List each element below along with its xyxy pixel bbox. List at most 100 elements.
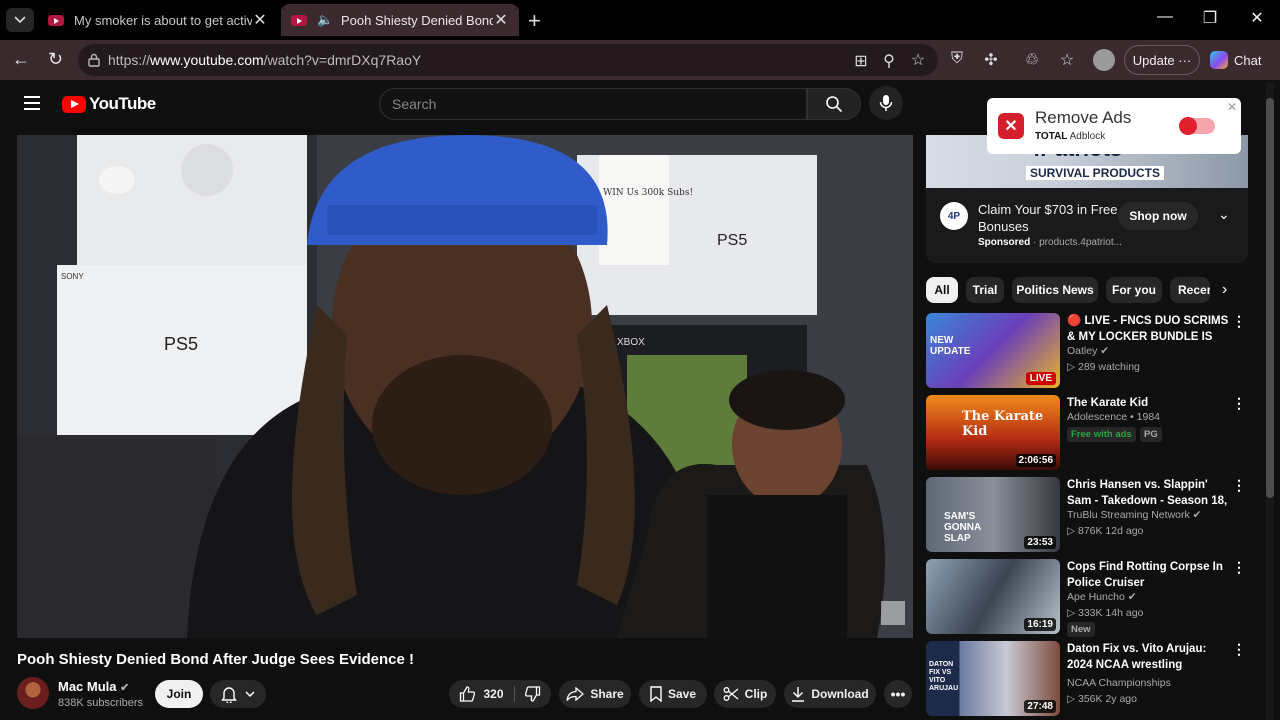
share-button[interactable]: Share [559,680,631,708]
tab-active[interactable]: 🔈 Pooh Shiesty Denied Bond Af... ✕ [281,4,519,36]
video-player[interactable]: PS5 PS5 XBOX SONY WIN Us 300k Subs! [17,135,913,638]
adblock-popup: ✕ Remove Ads TOTAL Adblock ✕ [987,98,1241,154]
recommendation-title[interactable]: Chris Hansen vs. Slappin' Sam - Takedown… [1067,477,1233,509]
recommendation-title[interactable]: Cops Find Rotting Corpse In Police Cruis… [1067,559,1233,591]
search-button[interactable] [807,88,861,120]
recommendation-title[interactable]: The Karate Kid [1067,395,1233,411]
favorite-star-icon[interactable]: ☆ [907,50,929,70]
menu-icon[interactable] [24,96,40,114]
clip-button[interactable]: Clip [714,680,776,708]
chip-politics-news[interactable]: Politics News [1012,277,1098,303]
recommendation-meta: ▷ 876K 12d ago [1067,525,1144,537]
recommendation-item[interactable]: SAM'S GONNA SLAP 23:53 Chris Hansen vs. … [926,477,1256,555]
youtube-favicon-icon [291,14,307,26]
tab-inactive[interactable]: My smoker is about to get active... ✕ [38,4,278,36]
recommendation-channel[interactable]: Oatley ✔ [1067,345,1109,357]
recommendation-item[interactable]: The Karate Kid 2:06:56 The Karate Kid Ad… [926,395,1256,473]
video-thumbnail[interactable]: NEW UPDATE LIVE [926,313,1060,388]
channel-avatar[interactable] [17,677,49,709]
chip-for-you[interactable]: For you [1106,277,1162,303]
scissors-icon [723,687,739,701]
profile-avatar-icon[interactable] [1093,49,1115,71]
notifications-button[interactable] [210,680,266,708]
search-input[interactable]: Search [379,88,807,120]
url-text: https://www.youtube.com/watch?v=dmrDXq7R… [108,52,422,68]
close-tab-icon[interactable]: ✕ [493,10,509,30]
video-title: Pooh Shiesty Denied Bond After Judge See… [17,651,415,668]
refresh-icon[interactable]: ↻ [48,49,63,70]
recommendation-title[interactable]: Daton Fix vs. Vito Arujau: 2024 NCAA wre… [1067,641,1233,673]
save-button[interactable]: Save [639,680,707,708]
video-thumbnail[interactable]: DATON FIX VS VITO ARUJAU 27:48 [926,641,1060,716]
recommendation-channel[interactable]: Ape Huncho ✔ [1067,591,1137,603]
more-icon[interactable]: ⋮ [1232,395,1247,412]
recommendation-title[interactable]: 🔴 LIVE - FNCS DUO SCRIMS & MY LOCKER BUN… [1067,313,1233,345]
close-window-button[interactable]: ✕ [1237,8,1277,28]
voice-search-button[interactable] [869,86,903,120]
join-button[interactable]: Join [155,680,203,708]
chevron-down-icon [245,690,255,697]
ps5-left-label: PS5 [164,334,198,354]
favorites-icon[interactable]: ☆ [1056,50,1078,70]
subscriber-count: 838K subscribers [58,697,143,709]
dislike-button[interactable] [515,686,551,702]
share-icon [566,687,585,701]
download-icon [792,687,805,702]
more-icon[interactable]: ⋮ [1232,559,1247,576]
shop-now-button[interactable]: Shop now [1118,202,1198,230]
recommendation-item[interactable]: DATON FIX VS VITO ARUJAU 27:48 Daton Fix… [926,641,1256,719]
extensions-icon[interactable]: ✣ [980,50,1002,70]
sponsor-card[interactable]: 4P Claim Your $703 in Free Bonuses Spons… [926,188,1248,263]
close-icon[interactable]: ✕ [1227,100,1237,114]
recommendation-item[interactable]: NEW UPDATE LIVE 🔴 LIVE - FNCS DUO SCRIMS… [926,313,1256,391]
tab-list-button[interactable] [6,8,34,32]
copilot-icon [1210,51,1228,69]
close-tab-icon[interactable]: ✕ [252,10,268,30]
sponsor-line: Sponsored · products.4patriot... [978,237,1122,248]
new-tab-button[interactable]: + [528,8,541,34]
speaker-icon[interactable]: 🔈 [317,12,333,28]
app-available-icon[interactable]: ⊞ [850,51,872,71]
channel-name[interactable]: Mac Mula ✔ [58,679,129,694]
chevron-right-icon[interactable]: › [1222,281,1227,299]
video-frame: PS5 PS5 XBOX SONY WIN Us 300k Subs! [17,135,913,638]
video-thumbnail[interactable]: 16:19 [926,559,1060,634]
ps5-right-label: PS5 [717,232,747,249]
live-badge: LIVE [1025,372,1056,385]
restore-button[interactable]: ❐ [1190,8,1230,28]
performance-icon[interactable]: ♲ [1021,50,1043,70]
chevron-down-icon [14,16,26,24]
more-icon[interactable]: ⋮ [1232,477,1247,494]
zoom-icon[interactable]: ⚲ [878,51,900,71]
sponsor-title: Claim Your $703 in Free Bonuses [978,202,1118,234]
chip-trial[interactable]: Trial [966,277,1004,303]
more-icon[interactable]: ⋮ [1232,313,1247,330]
more-icon[interactable]: ⋮ [1232,641,1247,658]
remove-ads-toggle[interactable] [1179,117,1215,135]
scrollbar-thumb[interactable] [1266,98,1274,498]
chip-recent[interactable]: Recent [1170,277,1210,303]
video-thumbnail[interactable]: SAM'S GONNA SLAP 23:53 [926,477,1060,552]
address-bar[interactable]: https://www.youtube.com/watch?v=dmrDXq7R… [78,44,938,76]
youtube-play-icon [62,95,86,113]
duration-badge: 27:48 [1024,700,1056,713]
copilot-chat-button[interactable]: Chat [1210,51,1261,69]
chip-all[interactable]: All [926,277,958,303]
more-actions-button[interactable]: ••• [884,680,912,708]
recommendation-channel[interactable]: TruBlu Streaming Network ✔ [1067,509,1201,521]
update-button[interactable]: Update ··· [1124,45,1200,75]
free-with-ads-badge: Free with ads [1067,427,1136,442]
video-thumbnail[interactable]: The Karate Kid 2:06:56 [926,395,1060,470]
youtube-logo[interactable]: YouTube [62,94,156,114]
youtube-favicon-icon [48,14,64,26]
minimize-button[interactable]: — [1145,8,1185,26]
recommendation-item[interactable]: 16:19 Cops Find Rotting Corpse In Police… [926,559,1256,637]
download-button[interactable]: Download [784,680,876,708]
search-icon [826,96,843,113]
back-arrow-icon[interactable]: ← [12,49,30,70]
site-info-icon[interactable] [87,53,101,67]
like-button[interactable]: 320 [449,686,515,702]
chevron-down-icon[interactable]: ⌄ [1218,206,1230,223]
extension-adblock-icon[interactable]: ⛨ [946,50,968,68]
thumbnail-text: SAM'S GONNA SLAP [944,511,981,544]
